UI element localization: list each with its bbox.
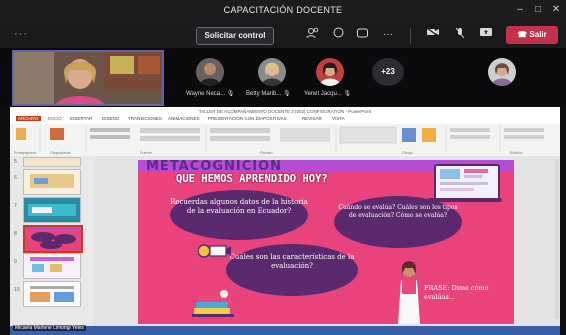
tab-diseno[interactable]: DISEÑO xyxy=(102,116,119,121)
meeting-title: CAPACITACIÓN DOCENTE xyxy=(223,5,343,15)
question-bubble-3: Cuáles son las características de la eva… xyxy=(226,244,358,296)
powerpoint-title: TALLER DE ACOMPAÑAMIENTO DOCENTE 3 (002)… xyxy=(10,107,560,116)
chat-icon[interactable] xyxy=(330,27,346,43)
thumb-number: 9 xyxy=(14,259,17,265)
reactions-icon[interactable] xyxy=(354,27,370,43)
tab-inicio[interactable]: INICIO xyxy=(48,116,62,121)
minimize-button[interactable]: – xyxy=(512,4,528,15)
participant-name: Yenet Jacqu... 🎙 xyxy=(304,91,352,97)
tab-archivo[interactable]: ARCHIVO xyxy=(16,116,41,121)
participant-avatar[interactable] xyxy=(258,58,286,86)
video-feed-image xyxy=(14,52,162,104)
group-fuente: Fuente xyxy=(140,151,152,155)
thumb-number: 10 xyxy=(14,287,20,293)
mic-off-icon[interactable] xyxy=(452,27,468,43)
camera-off-icon[interactable] xyxy=(425,27,441,43)
slide-thumbnail[interactable] xyxy=(23,281,81,307)
tab-presentacion[interactable]: PRESENTACIÓN CON DIAPOSITIVAS xyxy=(208,116,287,121)
tab-vista[interactable]: VISTA xyxy=(332,116,345,121)
self-name-label: Micaela Marlene Limongi Yelez xyxy=(13,325,86,331)
request-control-button[interactable]: Solicitar control xyxy=(196,27,274,45)
participant-name: Betty Marib... 🎙 xyxy=(246,91,291,97)
tab-transiciones[interactable]: TRANSICIONES xyxy=(128,116,162,121)
mic-off-icon: 🎙 xyxy=(343,91,352,97)
group-diapositivas: Diapositivas xyxy=(50,151,71,155)
thumb-number: 7 xyxy=(14,203,17,209)
slide-question: QUE HEMOS APRENDIDO HOY? xyxy=(176,173,328,185)
thumb-number: 6 xyxy=(14,175,17,181)
powerpoint-status-bar xyxy=(10,326,560,335)
more-participants-badge[interactable]: +23 xyxy=(372,58,404,86)
ribbon-controls xyxy=(16,126,544,152)
participant-avatar[interactable] xyxy=(196,58,224,86)
slide-thumbnail-active[interactable] xyxy=(23,225,83,253)
phone-icon: ☎ xyxy=(517,30,530,39)
slide-thumbnail[interactable] xyxy=(23,197,81,223)
teacher-illustration xyxy=(392,260,426,324)
self-video-tile[interactable] xyxy=(12,50,164,106)
thumb-number: 5 xyxy=(14,159,17,165)
ribbon xyxy=(10,124,560,157)
more-options-left[interactable]: ··· xyxy=(14,28,28,40)
slide-thumbnail[interactable] xyxy=(23,169,81,195)
more-actions-button[interactable]: ··· xyxy=(380,27,396,43)
group-dibujo: Dibujo xyxy=(402,151,413,155)
share-screen-icon[interactable] xyxy=(478,27,494,43)
slide-heading: METACOGNICIÓN xyxy=(146,160,283,174)
question-bubble-1: Recuerdas algunos datos de la historia d… xyxy=(170,190,308,240)
thumb-number: 8 xyxy=(14,231,17,237)
leave-label: Salir xyxy=(529,30,547,39)
close-button[interactable]: ✕ xyxy=(548,4,564,15)
mic-off-icon: 🎙 xyxy=(226,91,235,97)
tab-revisar[interactable]: REVISAR xyxy=(302,116,322,121)
group-edicion: Edición xyxy=(510,151,523,155)
tab-animaciones[interactable]: ANIMACIONES xyxy=(168,116,200,121)
mic-off-icon: 🎙 xyxy=(283,91,291,97)
group-portapapeles: Portapapeles xyxy=(14,151,37,155)
books-illustration xyxy=(190,288,236,320)
group-parrafo: Párrafo xyxy=(260,151,273,155)
question-bubble-2: Cuándo se evalúa? Cuáles son los tipos d… xyxy=(334,196,462,248)
laptop-illustration xyxy=(434,164,500,202)
slide-thumbnail[interactable] xyxy=(23,157,81,167)
vertical-scrollbar[interactable] xyxy=(555,159,559,319)
slide-thumbnail[interactable] xyxy=(23,253,81,279)
slide-phrase: FRASE: Dime cómo evalúas... xyxy=(424,284,489,301)
leave-meeting-button[interactable]: ☎ Salir xyxy=(506,26,558,44)
participant-avatar[interactable] xyxy=(488,58,516,86)
tab-insertar[interactable]: INSERTAR xyxy=(70,116,92,121)
video-camera-illustration xyxy=(197,242,232,260)
current-slide[interactable]: METACOGNICIÓN QUE HEMOS APRENDIDO HOY? R… xyxy=(138,160,514,324)
toolbar-divider xyxy=(410,28,411,44)
participants-icon[interactable] xyxy=(305,27,321,43)
maximize-button[interactable]: □ xyxy=(530,4,546,15)
shared-screen: TALLER DE ACOMPAÑAMIENTO DOCENTE 3 (002)… xyxy=(10,107,560,335)
participant-name: Wayne Neca... 🎙 xyxy=(186,91,235,97)
participant-avatar[interactable] xyxy=(316,58,344,86)
